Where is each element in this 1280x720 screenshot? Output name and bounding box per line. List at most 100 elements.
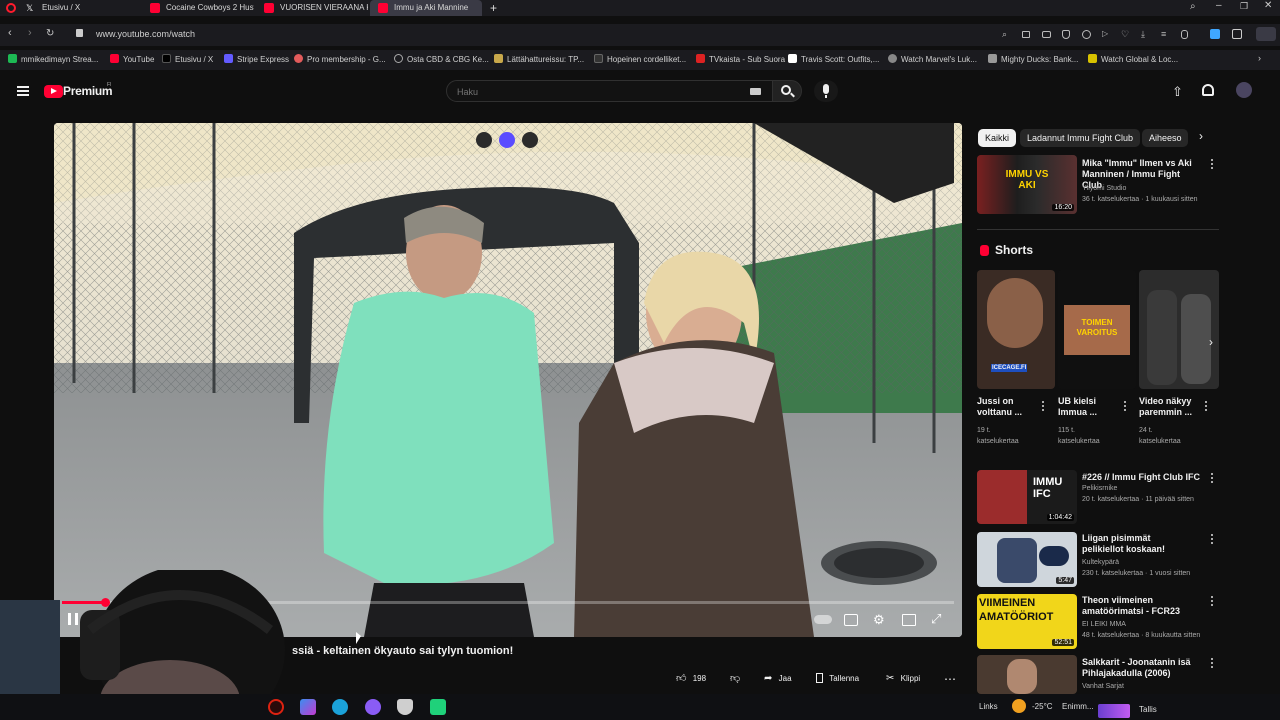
short-title[interactable]: Video näkyy paremmin ...: [1139, 396, 1201, 418]
vpn-icon[interactable]: [1082, 30, 1091, 39]
heart-icon[interactable]: ♡: [1121, 29, 1129, 40]
weather-temp[interactable]: -25°C: [1032, 702, 1053, 711]
record-icon[interactable]: [522, 132, 538, 148]
shield-icon[interactable]: [1062, 30, 1070, 39]
close-window-button[interactable]: ✕: [1264, 0, 1272, 11]
url-field[interactable]: www.youtube.com/watch: [96, 29, 195, 39]
video-title[interactable]: #226 // Immu Fight Club IFC: [1082, 472, 1202, 483]
streaming-taskbar-icon[interactable]: [430, 699, 446, 715]
more-options-icon[interactable]: [1042, 401, 1045, 412]
more-options-icon[interactable]: [1211, 534, 1214, 545]
bookmark[interactable]: Travis Scott: Outfits,...: [788, 54, 879, 64]
channel-name[interactable]: Yliyömi Studio: [1082, 184, 1126, 194]
opera-menu-icon[interactable]: [6, 3, 16, 13]
play-icon[interactable]: ▷: [1102, 29, 1108, 38]
bookmark[interactable]: Stripe Express: [224, 54, 289, 64]
guide-menu-icon[interactable]: [17, 86, 29, 96]
copy-icon[interactable]: [476, 132, 492, 148]
shorts-next-icon[interactable]: ›: [1209, 335, 1213, 349]
video-thumbnail[interactable]: IMMU IFC 1:04:42: [977, 470, 1077, 524]
extension-icon[interactable]: [1232, 29, 1242, 39]
autoplay-toggle[interactable]: [814, 615, 832, 624]
minimize-button[interactable]: –: [1216, 0, 1222, 11]
chip-all[interactable]: Kaikki: [978, 129, 1017, 147]
paint-taskbar-icon[interactable]: [300, 699, 316, 715]
forward-icon[interactable]: ›: [28, 27, 32, 39]
settings-gear-icon[interactable]: ⚙: [873, 612, 885, 628]
bookmark[interactable]: YouTube: [110, 54, 154, 64]
video-thumbnail[interactable]: VIIMEINEN AMATÖÖRIOT 52:51: [977, 594, 1077, 649]
bookmark[interactable]: Pro membership - G...: [294, 54, 386, 64]
browser-tab[interactable]: VUORISEN VIERAANA KE: [256, 0, 368, 16]
video-player[interactable]: ⚙ ⤢: [54, 123, 962, 637]
channel-name[interactable]: Vanhat Sarjat: [1082, 682, 1124, 692]
bookmark[interactable]: TVkaista - Sub Suora: [696, 54, 785, 64]
short-title[interactable]: UB kielsi Immua ...: [1058, 396, 1118, 418]
bookmarks-overflow-icon[interactable]: ›: [1258, 53, 1261, 63]
lock-icon[interactable]: [76, 29, 83, 37]
snapshot-icon[interactable]: [1022, 31, 1030, 38]
more-options-icon[interactable]: [1211, 596, 1214, 607]
aria-icon[interactable]: [1256, 27, 1276, 41]
new-tab-button[interactable]: +: [490, 0, 497, 16]
more-options-icon[interactable]: [1211, 658, 1214, 669]
shield-taskbar-icon[interactable]: [397, 699, 413, 715]
sparkle-icon[interactable]: [499, 132, 515, 148]
bookmark[interactable]: Lättähattureissu: TP...: [494, 54, 584, 64]
clip-button[interactable]: ✂ Klippi: [886, 669, 932, 689]
short-thumbnail[interactable]: [1139, 270, 1219, 389]
short-thumbnail[interactable]: ICECAGE.FI: [977, 270, 1055, 389]
dislike-button[interactable]: 👎︎: [730, 669, 746, 689]
discord-taskbar-icon[interactable]: [365, 699, 381, 715]
like-button[interactable]: 👍︎ 198: [676, 669, 720, 689]
more-options-icon[interactable]: [1211, 473, 1214, 484]
menu-icon[interactable]: ≡: [1161, 29, 1166, 39]
bookmark[interactable]: Hopeinen cordelliket...: [594, 54, 686, 64]
channel-name[interactable]: Kultekypärä: [1082, 558, 1119, 568]
search-button[interactable]: [772, 80, 802, 102]
back-icon[interactable]: ‹: [8, 27, 12, 39]
chips-next-icon[interactable]: ›: [1199, 129, 1203, 143]
reload-icon[interactable]: ↻: [46, 28, 54, 39]
more-options-icon[interactable]: [1211, 159, 1214, 170]
voice-search-button[interactable]: [814, 80, 838, 102]
chip-uploader[interactable]: Ladannut Immu Fight Club: [1020, 129, 1141, 147]
bookmark[interactable]: Osta CBD & CBG Ke...: [394, 54, 489, 64]
weather-more[interactable]: Enimm...: [1062, 702, 1094, 711]
video-thumbnail[interactable]: [977, 655, 1077, 694]
avatar[interactable]: [1236, 82, 1252, 98]
search-tabs-icon[interactable]: ⌕: [1190, 1, 1196, 12]
bookmark[interactable]: Watch Global & Loc...: [1088, 54, 1178, 64]
camera-icon[interactable]: [1042, 31, 1051, 38]
video-title[interactable]: Salkkarit - Joonatanin isä Pihlajakadull…: [1082, 657, 1207, 679]
upload-icon[interactable]: ⇧: [1172, 84, 1183, 100]
taskbar-search-label[interactable]: Tallis: [1139, 705, 1157, 714]
channel-name[interactable]: EI LEIKI MMA: [1082, 620, 1126, 630]
subtitles-icon[interactable]: [844, 614, 858, 626]
video-thumbnail[interactable]: IMMU VS AKI 16:20: [977, 155, 1077, 214]
opera-taskbar-icon[interactable]: [268, 699, 284, 715]
more-actions-button[interactable]: ⋯: [944, 669, 958, 689]
video-title[interactable]: Liigan pisimmät pelikiellot koskaan!: [1082, 533, 1192, 555]
maximize-button[interactable]: ❐: [1240, 1, 1248, 12]
share-button[interactable]: ➦ Jaa: [764, 669, 804, 689]
links-toolbar[interactable]: Links: [979, 702, 998, 711]
search-icon[interactable]: ⌕: [1002, 29, 1007, 40]
fullscreen-icon[interactable]: ⤢: [931, 611, 941, 627]
keyboard-icon[interactable]: [750, 88, 761, 95]
download-icon[interactable]: ⤓: [1141, 29, 1145, 40]
browser-tab[interactable]: 𝕏 Etusivu / X: [18, 0, 138, 16]
taskbar-widget[interactable]: [1098, 704, 1130, 718]
miniplayer-icon[interactable]: [902, 614, 916, 626]
chip-related[interactable]: Aiheeso: [1142, 129, 1188, 147]
more-options-icon[interactable]: [1124, 401, 1127, 412]
video-thumbnail[interactable]: 5:47: [977, 532, 1077, 587]
browser-tab-active[interactable]: Immu ja Aki Mannine: [370, 0, 482, 16]
account-icon[interactable]: [1181, 30, 1188, 39]
save-button[interactable]: Tallenna: [816, 669, 872, 689]
edge-taskbar-icon[interactable]: [332, 699, 348, 715]
extension-icon[interactable]: [1210, 29, 1220, 39]
notifications-bell-icon[interactable]: [1202, 84, 1214, 96]
bookmark[interactable]: mmikedimayn Strea...: [8, 54, 98, 64]
search-input[interactable]: [457, 85, 737, 99]
